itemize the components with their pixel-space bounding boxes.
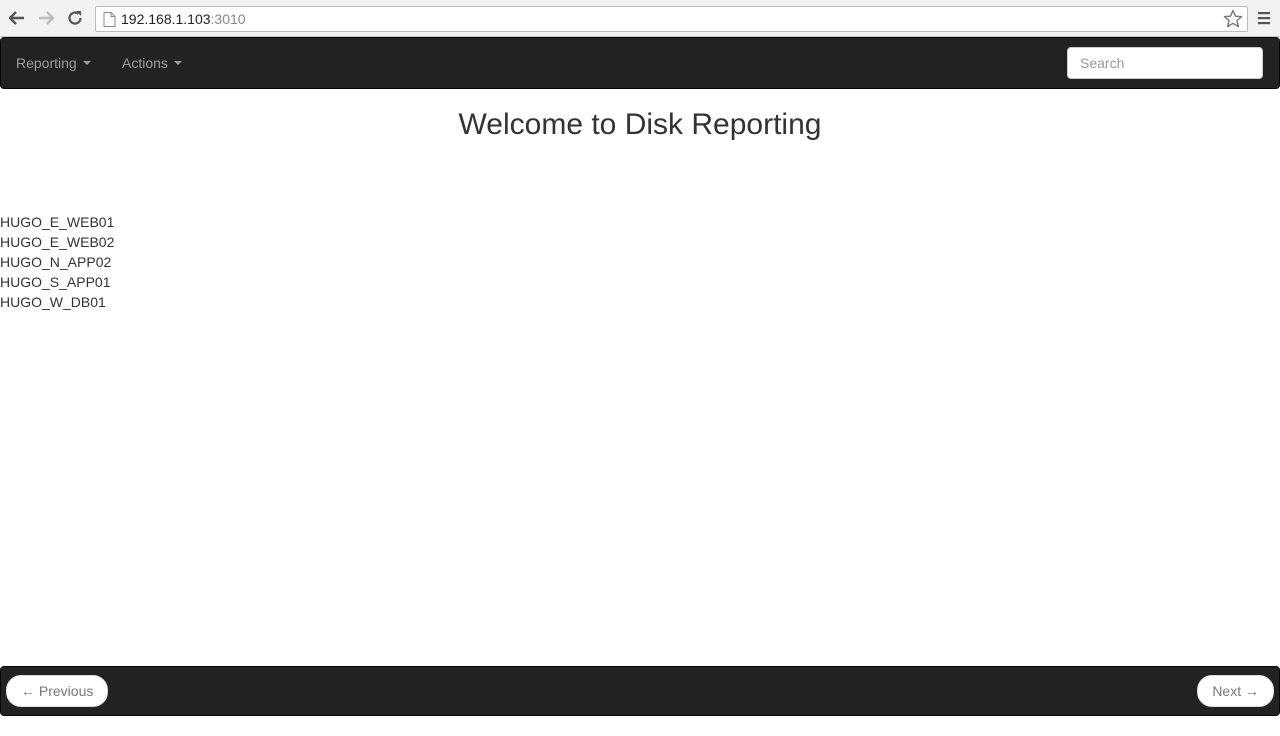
url-text: 192.168.1.103:3010 <box>121 11 246 27</box>
previous-button[interactable]: ← Previous <box>6 675 109 707</box>
nav-dropdown-label: Reporting <box>16 55 77 71</box>
footer-pager: ← Previous Next → <box>0 666 1280 716</box>
page-icon <box>103 12 116 27</box>
browser-menu-icon[interactable] <box>1256 9 1272 27</box>
forward-arrow-icon[interactable] <box>36 8 56 28</box>
url-host: 192.168.1.103 <box>121 11 211 27</box>
server-list-item[interactable]: HUGO_W_DB01 <box>0 292 114 312</box>
server-list-item[interactable]: HUGO_N_APP02 <box>0 252 114 272</box>
reload-icon[interactable] <box>65 8 85 28</box>
nav-dropdown-label: Actions <box>122 55 168 71</box>
server-list: HUGO_E_WEB01 HUGO_E_WEB02 HUGO_N_APP02 H… <box>0 212 114 312</box>
server-list-item[interactable]: HUGO_S_APP01 <box>0 272 114 292</box>
caret-down-icon <box>82 61 91 65</box>
caret-down-icon <box>173 61 182 65</box>
server-list-item[interactable]: HUGO_E_WEB02 <box>0 232 114 252</box>
nav-dropdown-reporting[interactable]: Reporting <box>16 38 91 88</box>
browser-toolbar: 192.168.1.103:3010 <box>0 0 1280 37</box>
page-title: Welcome to Disk Reporting <box>458 108 822 141</box>
nav-dropdown-actions[interactable]: Actions <box>122 38 182 88</box>
back-arrow-icon[interactable] <box>7 8 27 28</box>
next-button[interactable]: Next → <box>1197 675 1274 707</box>
bookmark-star-icon[interactable] <box>1223 9 1243 29</box>
search-input[interactable] <box>1067 47 1263 79</box>
top-navbar: Reporting Actions <box>0 37 1280 89</box>
url-port: :3010 <box>210 11 246 27</box>
address-bar[interactable]: 192.168.1.103:3010 <box>95 6 1248 32</box>
server-list-item[interactable]: HUGO_E_WEB01 <box>0 212 114 232</box>
